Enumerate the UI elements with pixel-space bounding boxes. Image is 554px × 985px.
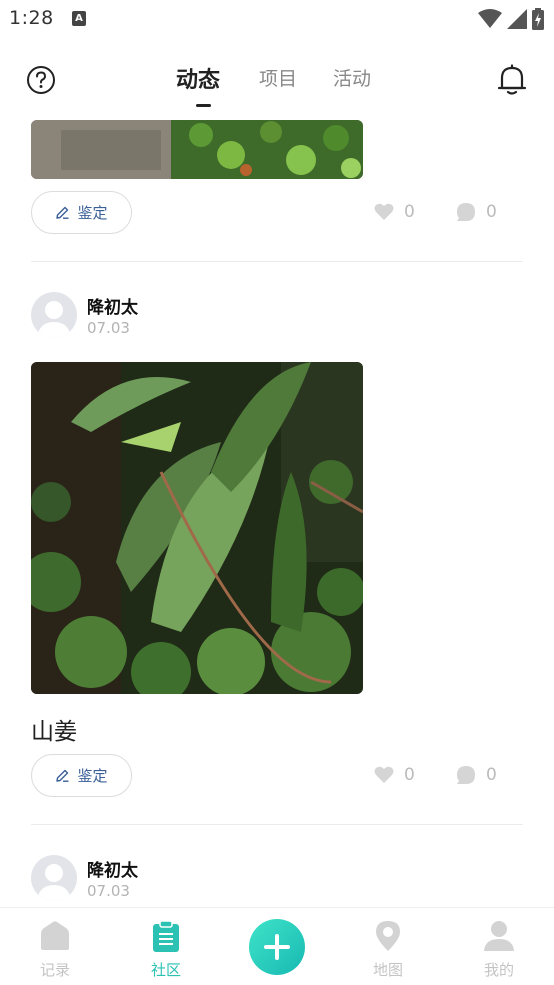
tab-indicator (196, 104, 211, 107)
home-icon (41, 921, 69, 950)
comment-icon (457, 766, 475, 784)
status-time: 1:28 (9, 7, 54, 29)
map-pin-icon (376, 921, 400, 951)
add-post-button[interactable] (249, 919, 305, 975)
username[interactable]: 降初太 (87, 293, 138, 318)
comment-icon (457, 203, 475, 221)
comment-stat[interactable]: 0 (456, 202, 497, 222)
username[interactable]: 降初太 (87, 856, 138, 881)
nav-label-records: 记录 (39, 961, 70, 979)
identify-label: 鉴定 (77, 204, 108, 222)
edit-icon (56, 769, 69, 782)
post-photo[interactable] (31, 120, 363, 179)
top-header: 动态 项目 活动 (0, 40, 554, 120)
nav-label-map: 地图 (372, 961, 403, 979)
nav-item-community[interactable]: 社区 (126, 908, 206, 985)
post-photo[interactable] (31, 362, 363, 694)
tab-activities[interactable]: 活动 (333, 64, 371, 91)
plus-icon (264, 934, 290, 960)
bell-icon[interactable] (497, 64, 527, 96)
nav-item-profile[interactable]: 我的 (459, 908, 539, 985)
nav-item-records[interactable]: 记录 (15, 908, 95, 985)
identify-button[interactable]: 鉴定 (31, 754, 132, 797)
like-count: 0 (404, 765, 415, 785)
like-count: 0 (404, 202, 415, 222)
status-icons (478, 8, 544, 30)
comment-stat[interactable]: 0 (456, 765, 497, 785)
avatar[interactable] (31, 292, 77, 338)
heart-icon (374, 766, 394, 783)
post-date: 07.03 (87, 319, 130, 337)
nav-label-profile: 我的 (483, 961, 514, 979)
bottom-nav: 记录 社区 地图 我的 (0, 907, 554, 985)
avatar[interactable] (31, 855, 77, 901)
feed-tabs: 动态 项目 活动 (0, 64, 554, 104)
notification-icon: A (72, 11, 86, 26)
post-title[interactable]: 山姜 (31, 712, 77, 746)
post-divider (31, 261, 523, 262)
comment-count: 0 (486, 765, 497, 785)
comment-count: 0 (486, 202, 497, 222)
signal-icon (507, 9, 527, 29)
edit-icon (56, 206, 69, 219)
heart-icon (374, 203, 394, 220)
tab-dynamic[interactable]: 动态 (176, 62, 220, 94)
battery-icon (532, 8, 544, 30)
nav-item-map[interactable]: 地图 (348, 908, 428, 985)
post-date: 07.03 (87, 882, 130, 900)
like-stat[interactable]: 0 (374, 202, 415, 222)
tab-projects[interactable]: 项目 (259, 64, 297, 91)
like-stat[interactable]: 0 (374, 765, 415, 785)
feed-list[interactable]: 鉴定 0 0 降初太 07.03 山姜 鉴定 0 0 降初太 07.03 (0, 120, 554, 907)
status-bar: 1:28 A (0, 0, 554, 40)
nav-label-community: 社区 (150, 961, 181, 979)
person-icon (484, 921, 514, 951)
wifi-icon (478, 9, 502, 28)
post-divider (31, 824, 523, 825)
identify-label: 鉴定 (77, 767, 108, 785)
identify-button[interactable]: 鉴定 (31, 191, 132, 234)
clipboard-icon (153, 920, 179, 952)
